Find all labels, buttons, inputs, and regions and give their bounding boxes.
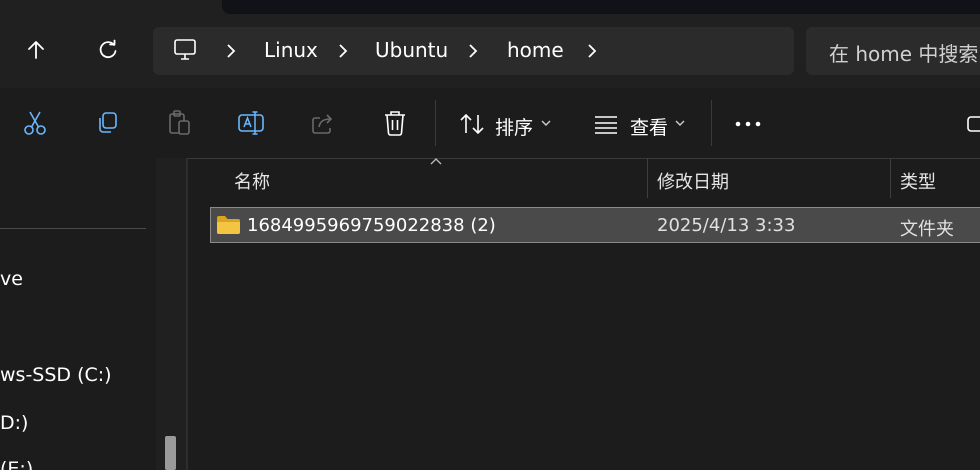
chevron-right-icon[interactable] <box>224 41 238 61</box>
title-bar <box>222 0 980 14</box>
sort-ascending-icon <box>430 158 442 165</box>
column-header-type[interactable]: 类型 <box>900 168 936 194</box>
sidebar-scrollbar[interactable] <box>156 158 186 470</box>
file-name[interactable]: 1684995969759022838 (2) <box>247 215 496 236</box>
column-header-name[interactable]: 名称 <box>234 168 270 194</box>
view-icon[interactable] <box>592 113 620 135</box>
share-icon <box>312 114 333 134</box>
chevron-right-icon[interactable] <box>336 41 350 61</box>
scissors-icon <box>24 111 46 135</box>
column-divider[interactable] <box>647 158 648 198</box>
file-type: 文件夹 <box>900 219 954 240</box>
delete-button[interactable] <box>380 108 410 138</box>
sidebar-item-drive-e[interactable]: (E:) <box>0 458 33 470</box>
chevron-down-icon[interactable] <box>541 119 551 127</box>
chevron-right-icon[interactable] <box>585 41 599 61</box>
rename-button[interactable] <box>236 108 266 138</box>
view-button[interactable]: 查看 <box>630 113 668 140</box>
command-bar <box>0 88 980 159</box>
trash-icon <box>385 111 405 136</box>
sidebar-item-drive-c[interactable]: ws-SSD (C:) <box>0 364 112 386</box>
paste-icon <box>169 110 190 135</box>
search-input[interactable]: 在 home 中搜索 <box>829 38 978 67</box>
rename-icon <box>238 111 264 135</box>
this-pc-icon[interactable] <box>172 38 198 62</box>
refresh-icon <box>99 39 117 59</box>
paste-button[interactable] <box>164 108 194 138</box>
refresh-button[interactable] <box>90 32 126 68</box>
up-button[interactable] <box>18 32 54 68</box>
toolbar-divider <box>435 100 436 146</box>
chevron-right-icon[interactable] <box>466 41 480 61</box>
breadcrumb-home[interactable]: home <box>507 38 564 62</box>
sidebar-item-drive-d[interactable]: D:) <box>0 412 28 434</box>
chevron-down-icon[interactable] <box>675 119 685 127</box>
folder-icon <box>217 216 240 234</box>
more-options-icon[interactable] <box>734 119 762 129</box>
sort-button[interactable]: 排序 <box>495 113 533 140</box>
arrow-up-icon <box>28 41 44 59</box>
copy-icon <box>99 112 117 133</box>
sort-icon[interactable] <box>458 112 486 136</box>
sidebar-item-onedrive[interactable]: ve <box>0 268 23 290</box>
file-modified-date: 2025/4/13 3:33 <box>657 215 796 236</box>
column-header-date[interactable]: 修改日期 <box>657 168 729 194</box>
breadcrumb-ubuntu[interactable]: Ubuntu <box>375 38 448 62</box>
pane-splitter[interactable] <box>186 158 188 470</box>
breadcrumb-linux[interactable]: Linux <box>264 38 318 62</box>
share-button[interactable] <box>308 108 338 138</box>
file-explorer-window: Linux Ubuntu home 在 home 中搜索 排序 查看 ve ws… <box>0 0 980 470</box>
toolbar-divider <box>711 100 712 146</box>
scrollbar-thumb[interactable] <box>165 436 176 470</box>
cut-button[interactable] <box>20 108 50 138</box>
copy-button[interactable] <box>92 108 122 138</box>
sidebar-divider <box>0 228 146 229</box>
details-pane-icon[interactable] <box>965 114 980 134</box>
column-divider[interactable] <box>890 158 891 198</box>
